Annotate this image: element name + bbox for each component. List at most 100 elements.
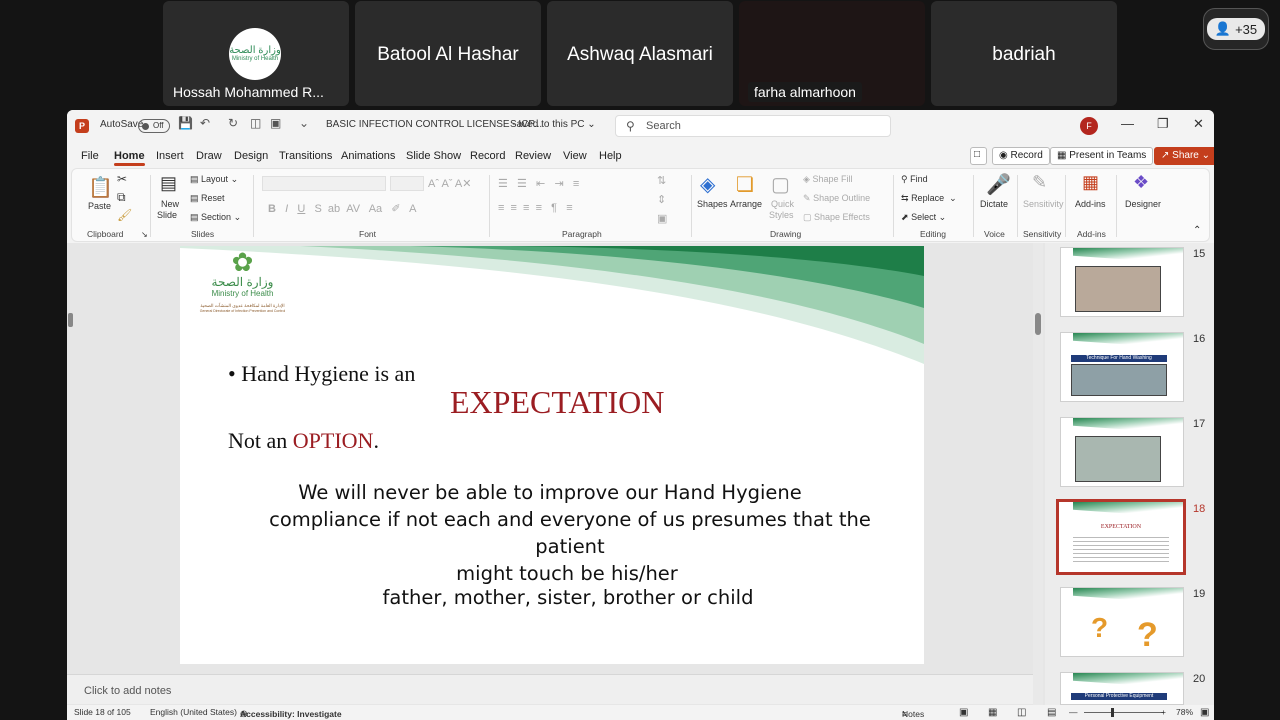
- arrange-icon[interactable]: ❏: [736, 172, 754, 197]
- new-slide-label-2[interactable]: Slide: [157, 210, 177, 220]
- select-button[interactable]: ⬈ Select ⌄: [901, 212, 946, 223]
- replace-button[interactable]: ⇆ Replace ⌄: [901, 193, 957, 204]
- normal-view-icon[interactable]: ▣: [959, 707, 968, 718]
- slide-sorter-icon[interactable]: ▦: [988, 707, 997, 718]
- font-name-select[interactable]: [262, 176, 386, 191]
- quick-styles-label-2[interactable]: Styles: [769, 210, 794, 220]
- zoom-out-icon[interactable]: —: [1069, 707, 1078, 717]
- user-avatar[interactable]: F: [1080, 117, 1098, 135]
- slide-thumbnail[interactable]: [1060, 247, 1184, 317]
- tab-insert[interactable]: Insert: [156, 150, 184, 162]
- customize-toolbar-icon[interactable]: ▣: [270, 116, 281, 130]
- fit-to-window-icon[interactable]: ▣: [1200, 707, 1209, 718]
- font-format-buttons[interactable]: B I U S ab AV Aa ✐ A: [268, 202, 416, 215]
- tab-file[interactable]: File: [81, 150, 99, 162]
- chevron-down-icon[interactable]: ⌄: [299, 116, 309, 130]
- tab-home[interactable]: Home: [114, 150, 145, 166]
- tab-animations[interactable]: Animations: [341, 150, 395, 162]
- undo-icon[interactable]: ↶: [200, 116, 210, 130]
- section-button[interactable]: ▤ Section ⌄: [190, 212, 241, 223]
- quick-styles-label-1[interactable]: Quick: [771, 199, 794, 209]
- microphone-icon[interactable]: 🎤: [986, 172, 1011, 197]
- smartart-icon[interactable]: ▣: [657, 212, 667, 225]
- cut-icon[interactable]: ✂: [117, 172, 127, 186]
- add-ins-icon[interactable]: ▦: [1082, 172, 1099, 193]
- notes-pane[interactable]: Click to add notes: [67, 674, 1033, 704]
- save-status[interactable]: Saved to this PC ⌄: [510, 119, 596, 130]
- font-size-controls[interactable]: Aˆ Aˇ A✕: [428, 177, 471, 190]
- zoom-in-icon[interactable]: +: [1161, 707, 1166, 717]
- copy-icon[interactable]: ⧉: [117, 190, 126, 205]
- scroll-thumb[interactable]: [1035, 313, 1041, 335]
- close-icon[interactable]: ✕: [1193, 116, 1204, 132]
- reading-view-icon[interactable]: ◫: [1017, 707, 1026, 718]
- participant-tile[interactable]: Batool Al Hashar: [355, 1, 541, 106]
- designer-button[interactable]: Designer: [1125, 199, 1161, 209]
- tab-help[interactable]: Help: [599, 150, 622, 162]
- paste-icon[interactable]: 📋: [88, 175, 113, 200]
- shapes-icon[interactable]: ◈: [700, 172, 715, 197]
- shape-fill-button[interactable]: ◈ Shape Fill: [803, 174, 852, 185]
- slide-thumbnail[interactable]: Technique For Hand Washing: [1060, 332, 1184, 402]
- zoom-slider-thumb[interactable]: [1111, 708, 1114, 717]
- redo-icon[interactable]: ↻: [228, 116, 238, 130]
- shapes-button[interactable]: Shapes: [697, 199, 728, 209]
- zoom-level[interactable]: 78%: [1176, 707, 1193, 717]
- designer-icon[interactable]: ❖: [1133, 172, 1149, 193]
- tab-view[interactable]: View: [563, 150, 587, 162]
- text-direction-icon[interactable]: ⇅: [657, 174, 666, 187]
- vertical-scrollbar[interactable]: [1033, 243, 1043, 705]
- autosave-toggle[interactable]: Off: [138, 119, 170, 133]
- record-button[interactable]: ◉ Record: [992, 147, 1050, 165]
- left-scrollbar[interactable]: [67, 243, 75, 673]
- minimize-icon[interactable]: —: [1121, 116, 1134, 131]
- save-icon[interactable]: 💾: [178, 116, 193, 130]
- slide-canvas[interactable]: ✿ وزارة الصحة Ministry of Health الإدارة…: [180, 246, 924, 664]
- reset-button[interactable]: ▤ Reset: [190, 193, 225, 204]
- participant-tile[interactable]: Ashwaq Alasmari: [547, 1, 733, 106]
- new-slide-label-1[interactable]: New: [161, 199, 179, 209]
- collapse-ribbon-icon[interactable]: ⌃: [1193, 225, 1201, 236]
- dictate-button[interactable]: Dictate: [980, 199, 1008, 209]
- present-from-start-icon[interactable]: ◫: [250, 116, 261, 130]
- comments-button[interactable]: □: [970, 147, 987, 165]
- find-button[interactable]: ⚲ Find: [901, 174, 928, 185]
- participant-tile[interactable]: farha almarhoon: [739, 1, 925, 106]
- slide-show-icon[interactable]: ▤: [1047, 707, 1056, 718]
- tab-draw[interactable]: Draw: [196, 150, 222, 162]
- share-button[interactable]: ↗ Share ⌄: [1154, 147, 1214, 165]
- dialog-launcher-icon[interactable]: ↘: [141, 230, 148, 239]
- tab-transitions[interactable]: Transitions: [279, 150, 332, 162]
- zoom-slider[interactable]: [1084, 712, 1164, 713]
- participant-tile[interactable]: badriah: [931, 1, 1117, 106]
- scroll-thumb[interactable]: [68, 313, 73, 327]
- tab-slide-show[interactable]: Slide Show: [406, 150, 461, 162]
- layout-button[interactable]: ▤ Layout ⌄: [190, 174, 238, 185]
- alignment-buttons[interactable]: ≡ ≡ ≡ ≡ ¶ ≡: [498, 202, 573, 214]
- language-indicator[interactable]: English (United States): [150, 707, 237, 717]
- tab-review[interactable]: Review: [515, 150, 551, 162]
- format-painter-icon[interactable]: 🖌: [117, 208, 132, 222]
- tab-design[interactable]: Design: [234, 150, 268, 162]
- tab-record[interactable]: Record: [470, 150, 505, 162]
- arrange-button[interactable]: Arrange: [730, 199, 762, 209]
- slide-thumbnail-selected[interactable]: EXPECTATION: [1056, 499, 1186, 575]
- slide-thumbnail[interactable]: ? ?: [1060, 587, 1184, 657]
- slide-thumbnail[interactable]: [1060, 417, 1184, 487]
- shape-outline-button[interactable]: ✎ Shape Outline: [803, 193, 870, 204]
- align-text-icon[interactable]: ⇕: [657, 193, 666, 206]
- shape-effects-button[interactable]: ▢ Shape Effects: [803, 212, 870, 223]
- present-in-teams-button[interactable]: ▦ Present in Teams: [1050, 147, 1154, 165]
- add-ins-button[interactable]: Add-ins: [1075, 199, 1106, 209]
- sensitivity-button[interactable]: Sensitivity: [1023, 199, 1064, 209]
- font-size-select[interactable]: [390, 176, 424, 191]
- search-input[interactable]: ⚲ Search: [615, 115, 891, 137]
- participant-tile[interactable]: وزارة الصحة Ministry of Health Hossah Mo…: [163, 1, 349, 106]
- restore-icon[interactable]: ❐: [1157, 116, 1169, 132]
- sensitivity-icon[interactable]: ✎: [1032, 172, 1047, 193]
- more-participants-button[interactable]: 👤 +35: [1203, 8, 1269, 50]
- paste-button[interactable]: Paste: [88, 201, 111, 211]
- quick-styles-icon[interactable]: ▢: [771, 172, 790, 197]
- slide-thumbnail[interactable]: Personal Protective Equipment: [1060, 672, 1184, 705]
- list-buttons[interactable]: ☰ ☰ ⇤ ⇥ ≡: [498, 177, 579, 190]
